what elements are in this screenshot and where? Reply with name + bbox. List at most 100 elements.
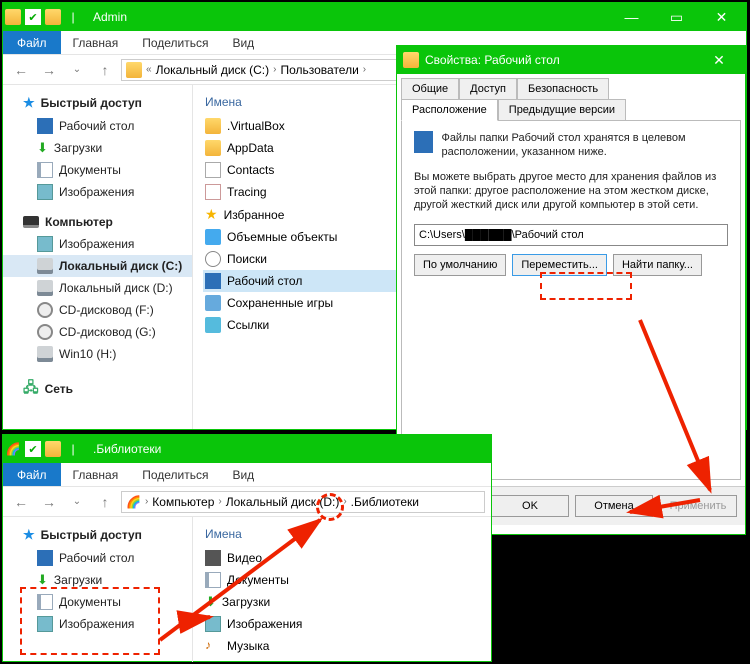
tab-access[interactable]: Доступ — [459, 78, 517, 100]
breadcrumb-seg-2[interactable]: Пользователи — [280, 63, 358, 77]
tab-row-2: Расположение Предыдущие версии — [401, 99, 741, 120]
tab-previous[interactable]: Предыдущие версии — [498, 99, 626, 121]
document-icon — [37, 594, 53, 610]
nav-desktop-2[interactable]: Рабочий стол — [3, 547, 192, 569]
window-title: Admin — [89, 10, 609, 24]
link-icon — [205, 317, 221, 333]
breadcrumb2-seg-3[interactable]: .Библиотеки — [351, 495, 419, 509]
tab-home[interactable]: Главная — [61, 31, 131, 54]
cancel-button[interactable]: Отмена — [575, 495, 653, 517]
maximize-button[interactable]: ▭ — [654, 3, 699, 31]
nav-pictures[interactable]: Изображения — [3, 181, 192, 203]
folder-icon — [205, 140, 221, 156]
forward-button-2[interactable]: → — [37, 490, 61, 514]
default-button[interactable]: По умолчанию — [414, 254, 506, 276]
drive-icon — [37, 280, 53, 296]
tab-share-2[interactable]: Поделиться — [130, 463, 220, 486]
recent-dropdown-2[interactable]: ⌄ — [65, 490, 89, 514]
download-icon: ⬇ — [37, 572, 48, 588]
qat-folder-icon[interactable] — [45, 9, 61, 25]
nav-drive-c[interactable]: Локальный диск (C:) — [3, 255, 192, 277]
location-path-input[interactable] — [414, 224, 728, 246]
nav-desktop[interactable]: Рабочий стол — [3, 115, 192, 137]
nav-drive-d[interactable]: Локальный диск (D:) — [3, 277, 192, 299]
move-button[interactable]: Переместить... — [512, 254, 607, 276]
qat-check-icon[interactable]: ✔ — [25, 441, 41, 457]
forward-button[interactable]: → — [37, 58, 61, 82]
content-pane-2: Имена Видео Документы ⬇Загрузки Изображе… — [193, 517, 491, 662]
nav-documents[interactable]: Документы — [3, 159, 192, 181]
file-menu-2[interactable]: Файл — [3, 463, 61, 486]
nav-computer[interactable]: Компьютер — [3, 211, 192, 233]
find-folder-button[interactable]: Найти папку... — [613, 254, 702, 276]
picture-icon — [37, 236, 53, 252]
recent-dropdown[interactable]: ⌄ — [65, 58, 89, 82]
dialog-body: Общие Доступ Безопасность Расположение П… — [397, 74, 745, 486]
item-documents-2[interactable]: Документы — [203, 569, 481, 591]
favorite-icon: ★ — [205, 206, 218, 223]
titlebar[interactable]: ✔ | Admin ― ▭ ✕ — [3, 3, 746, 31]
tab-view-2[interactable]: Вид — [220, 463, 266, 486]
apply-button[interactable]: Применить — [659, 495, 737, 517]
tab-share[interactable]: Поделиться — [130, 31, 220, 54]
video-icon — [205, 550, 221, 566]
download-icon: ⬇ — [205, 594, 216, 610]
nav-quick-access-2[interactable]: ★Быстрый доступ — [3, 523, 192, 547]
item-downloads-2[interactable]: ⬇Загрузки — [203, 591, 481, 613]
tab-general[interactable]: Общие — [401, 78, 459, 100]
saved-icon — [205, 295, 221, 311]
tab-security[interactable]: Безопасность — [517, 78, 609, 100]
dialog-title: Свойства: Рабочий стол — [425, 53, 560, 67]
nav-quick-access[interactable]: ★Быстрый доступ — [3, 91, 192, 115]
item-video[interactable]: Видео — [203, 547, 481, 569]
ok-button[interactable]: OK — [491, 495, 569, 517]
breadcrumb-icon — [126, 62, 142, 78]
item-music[interactable]: ♪Музыка — [203, 635, 481, 657]
back-button[interactable]: ← — [9, 58, 33, 82]
app-icon — [5, 9, 21, 25]
dialog-close-button[interactable]: ✕ — [699, 52, 739, 69]
picture-icon — [37, 184, 53, 200]
nav-pictures-2[interactable]: Изображения — [3, 613, 192, 635]
tab-location[interactable]: Расположение — [401, 99, 498, 121]
column-header-name-2[interactable]: Имена — [203, 525, 481, 547]
up-button[interactable]: ↑ — [93, 58, 117, 82]
location-button-row: По умолчанию Переместить... Найти папку.… — [414, 254, 728, 276]
cd-icon — [37, 302, 53, 318]
breadcrumb-seg-1[interactable]: Локальный диск (C:) — [156, 63, 270, 77]
file-menu[interactable]: Файл — [3, 31, 61, 54]
up-button-2[interactable]: ↑ — [93, 490, 117, 514]
nav-win-h[interactable]: Win10 (H:) — [3, 343, 192, 365]
location-desc-2: Вы можете выбрать другое место для хране… — [414, 170, 728, 213]
breadcrumb2-seg-2[interactable]: Локальный диск (D:) — [226, 495, 340, 509]
network-icon: 🖧 — [23, 377, 39, 401]
nav-pictures2[interactable]: Изображения — [3, 233, 192, 255]
picture-icon — [205, 616, 221, 632]
tab-home-2[interactable]: Главная — [61, 463, 131, 486]
star-icon: ★ — [23, 527, 35, 543]
desktop-icon — [37, 118, 53, 134]
back-button-2[interactable]: ← — [9, 490, 33, 514]
breadcrumb2-seg-1[interactable]: Компьютер — [152, 495, 214, 509]
3d-icon — [205, 229, 221, 245]
nav-downloads-2[interactable]: ⬇Загрузки — [3, 569, 192, 591]
nav-downloads[interactable]: ⬇Загрузки — [3, 137, 192, 159]
minimize-button[interactable]: ― — [609, 3, 654, 31]
tab-view[interactable]: Вид — [220, 31, 266, 54]
qat-sep: | — [65, 441, 81, 457]
item-pictures-2[interactable]: Изображения — [203, 613, 481, 635]
dialog-titlebar[interactable]: Свойства: Рабочий стол ✕ — [397, 46, 745, 74]
nav-documents-2[interactable]: Документы — [3, 591, 192, 613]
titlebar-2[interactable]: 🌈 ✔ | .Библиотеки — [3, 435, 491, 463]
download-icon: ⬇ — [37, 140, 48, 156]
nav-network[interactable]: 🖧Сеть — [3, 373, 192, 405]
qat-folder-icon[interactable] — [45, 441, 61, 457]
qat-check-icon[interactable]: ✔ — [25, 9, 41, 25]
breadcrumb-2[interactable]: 🌈 › Компьютер › Локальный диск (D:) › .Б… — [121, 491, 485, 513]
contacts-icon — [205, 162, 221, 178]
close-button[interactable]: ✕ — [699, 3, 744, 31]
nav-cd-g[interactable]: CD-дисковод (G:) — [3, 321, 192, 343]
picture-icon — [37, 616, 53, 632]
nav-cd-f[interactable]: CD-дисковод (F:) — [3, 299, 192, 321]
location-desc-1: Файлы папки Рабочий стол хранятся в целе… — [441, 131, 728, 160]
